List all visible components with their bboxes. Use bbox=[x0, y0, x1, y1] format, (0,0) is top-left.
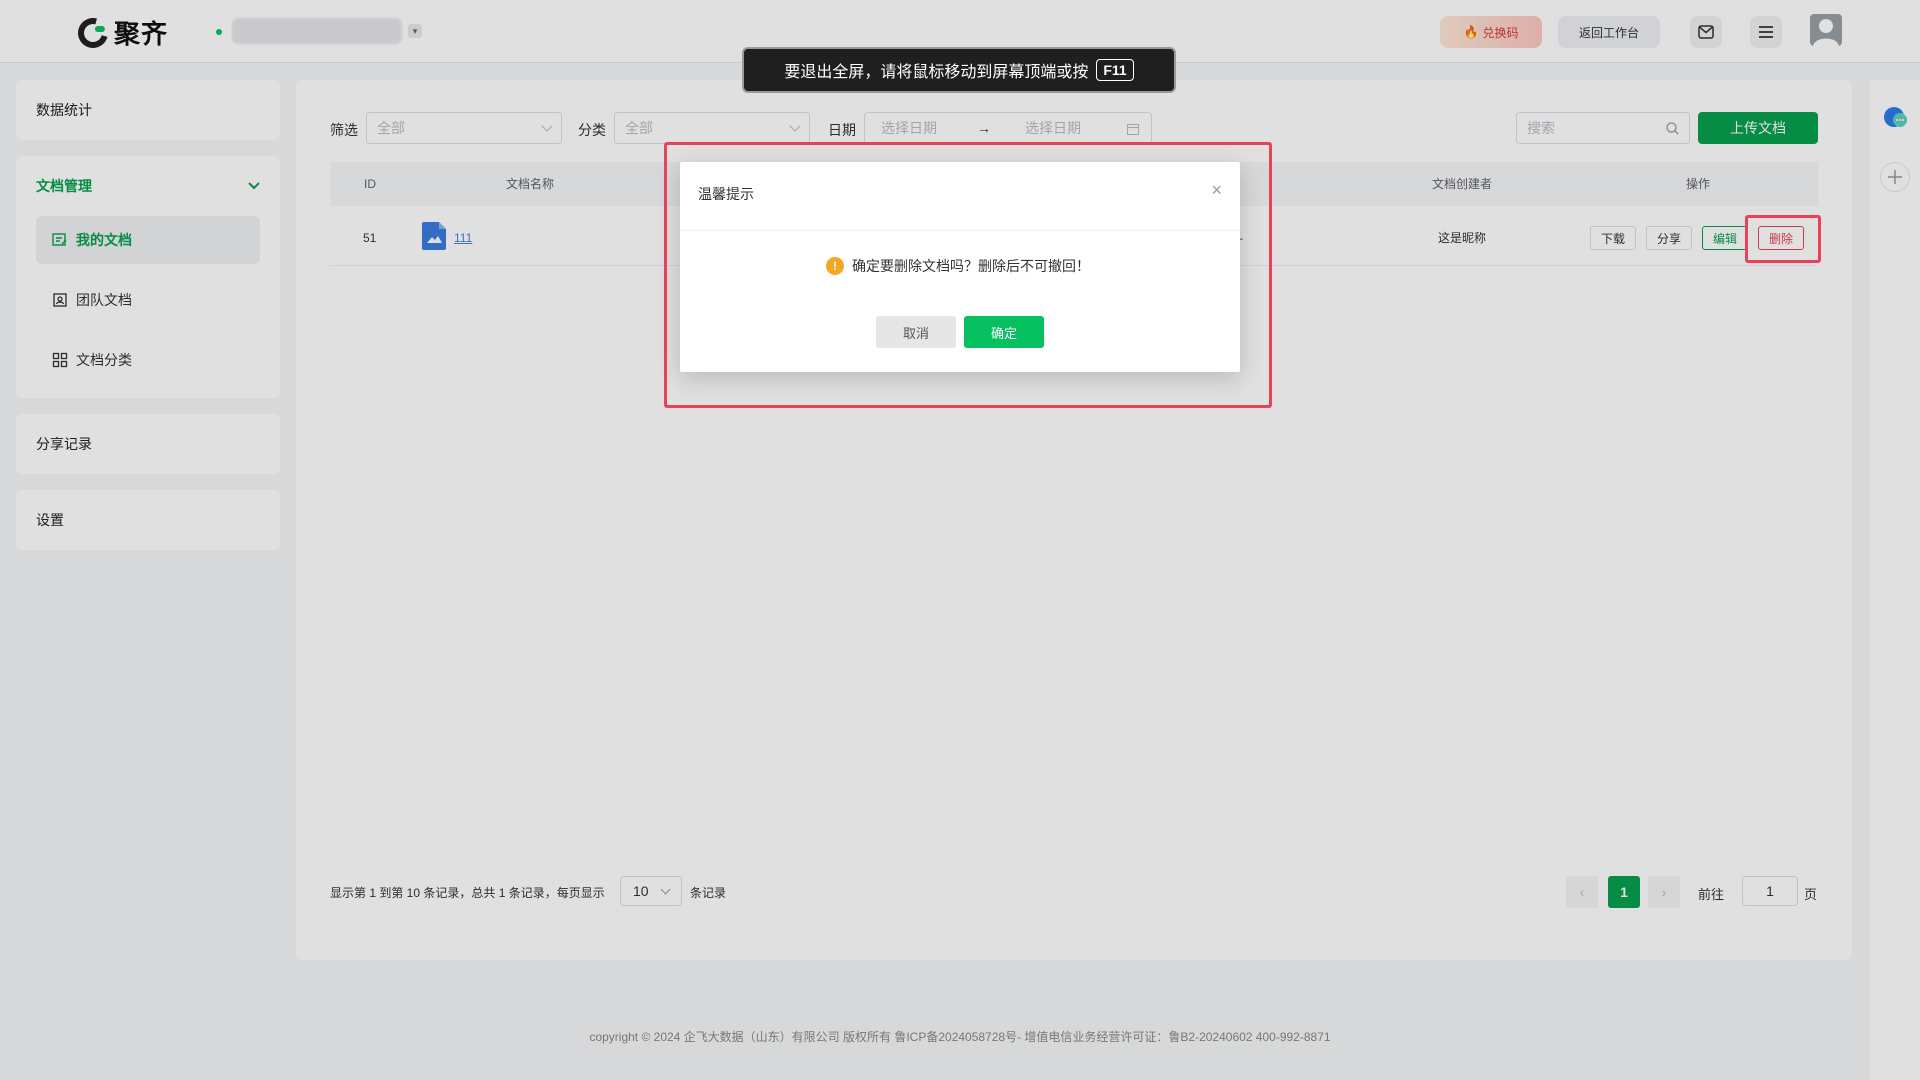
dialog-highlight-box bbox=[664, 142, 1272, 408]
delete-highlight-box bbox=[1745, 215, 1821, 263]
fullscreen-exit-toast: 要退出全屏，请将鼠标移动到屏幕顶端或按 F11 bbox=[742, 47, 1176, 93]
fullscreen-toast-text: 要退出全屏，请将鼠标移动到屏幕顶端或按 bbox=[784, 64, 1089, 81]
fullscreen-toast-key: F11 bbox=[1096, 59, 1134, 81]
